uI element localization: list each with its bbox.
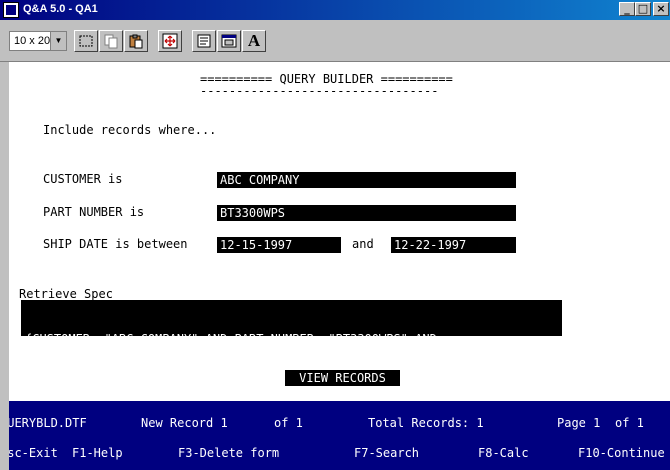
paste-icon bbox=[129, 34, 143, 49]
retrieve-spec-field[interactable]: {CUSTOMER ="ABC COMPANY" AND PART NUMBER… bbox=[21, 300, 562, 391]
close-button[interactable]: × bbox=[653, 2, 669, 16]
f10-continue-key[interactable]: F10-Continue bbox=[578, 446, 665, 460]
mark-button[interactable] bbox=[74, 30, 98, 52]
copy-icon bbox=[104, 34, 118, 49]
minimize-button[interactable]: _ bbox=[619, 2, 635, 16]
paste-button[interactable] bbox=[124, 30, 148, 52]
part-number-field[interactable]: BT3300WPS bbox=[217, 205, 516, 221]
chevron-down-icon[interactable]: ▼ bbox=[50, 32, 66, 50]
intro-text: Include records where... bbox=[43, 123, 217, 137]
f3-delete-form-key[interactable]: F3-Delete form bbox=[178, 446, 279, 460]
properties-icon bbox=[197, 34, 211, 48]
fullscreen-icon bbox=[162, 33, 178, 49]
ship-date-from-field[interactable]: 12-15-1997 bbox=[217, 237, 341, 253]
part-number-label: PART NUMBER is bbox=[43, 205, 145, 219]
retrieve-spec-label: Retrieve Spec bbox=[19, 287, 113, 301]
maximize-button[interactable]: □ bbox=[635, 2, 651, 16]
background-icon bbox=[221, 34, 237, 48]
font-icon: A bbox=[247, 31, 261, 50]
heading-rule: --------------------------------- bbox=[200, 84, 439, 98]
background-button[interactable] bbox=[217, 30, 241, 52]
font-size-select[interactable]: 10 x 20 ▼ bbox=[9, 31, 67, 51]
esc-exit-key[interactable]: Esc-Exit bbox=[9, 446, 58, 460]
ship-date-label: SHIP DATE is between bbox=[43, 237, 188, 251]
font-size-value: 10 x 20 bbox=[14, 35, 51, 47]
page-indicator: Page 1 bbox=[557, 416, 601, 430]
page-count: of 1 bbox=[615, 416, 644, 430]
retrieve-spec-line: {CUSTOMER ="ABC COMPANY" AND PART NUMBER… bbox=[25, 332, 437, 346]
customer-label: CUSTOMER is bbox=[43, 172, 123, 186]
copy-button[interactable] bbox=[99, 30, 123, 52]
mark-icon bbox=[79, 35, 93, 47]
f7-search-key[interactable]: F7-Search bbox=[354, 446, 419, 460]
ship-date-to-field[interactable]: 12-22-1997 bbox=[391, 237, 516, 253]
window-titlebar[interactable]: Q&A 5.0 - QA1 _ □ × bbox=[0, 0, 670, 20]
ship-date-and-label: and bbox=[352, 237, 374, 251]
record-indicator: New Record 1 bbox=[141, 416, 228, 430]
f8-calc-key[interactable]: F8-Calc bbox=[478, 446, 529, 460]
f1-help-key[interactable]: F1-Help bbox=[72, 446, 123, 460]
query-builder-screen: ========== QUERY BUILDER ========== ----… bbox=[9, 62, 670, 470]
total-records: Total Records: 1 bbox=[368, 416, 484, 430]
toolbar: 10 x 20 ▼ A bbox=[0, 20, 670, 62]
file-name: QUERYBLD.DTF bbox=[9, 416, 87, 430]
function-keys-bar: Esc-Exit F1-Help F3-Delete form F7-Searc… bbox=[9, 437, 670, 470]
properties-button[interactable] bbox=[192, 30, 216, 52]
fullscreen-button[interactable] bbox=[158, 30, 182, 52]
view-records-button[interactable]: VIEW RECORDS bbox=[285, 370, 400, 386]
record-count: of 1 bbox=[274, 416, 303, 430]
customer-field[interactable]: ABC COMPANY bbox=[217, 172, 516, 188]
status-bar: QUERYBLD.DTF New Record 1 of 1 Total Rec… bbox=[9, 407, 670, 437]
font-button[interactable]: A bbox=[242, 30, 266, 52]
app-icon[interactable] bbox=[3, 2, 19, 18]
window-title: Q&A 5.0 - QA1 bbox=[23, 3, 98, 15]
